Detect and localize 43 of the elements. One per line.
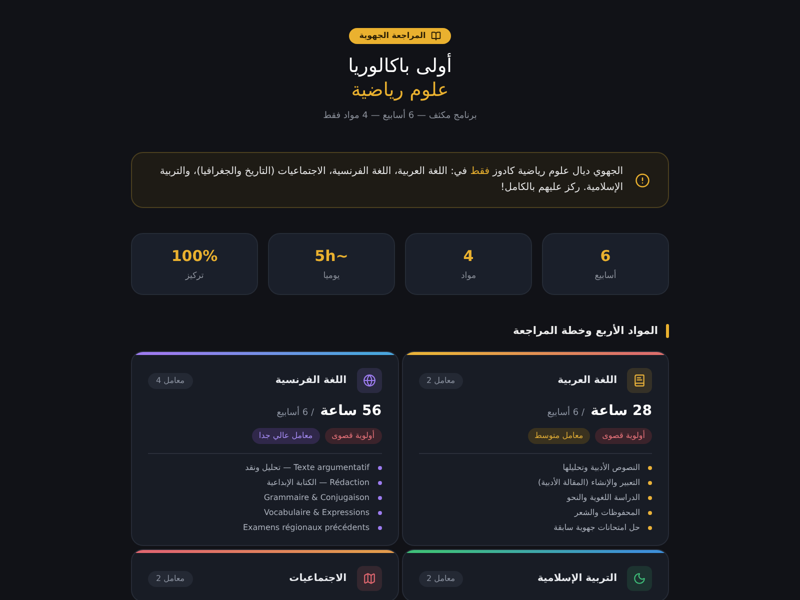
topic-text: Vocabulaire & Expressions xyxy=(264,506,370,518)
stat-value: 6 xyxy=(600,246,611,266)
stat-label: يوميا xyxy=(323,270,340,282)
hours-total: 56 ساعة xyxy=(320,402,382,421)
subject-name: اللغة الفرنسية xyxy=(275,374,346,388)
subject-name: الاجتماعيات xyxy=(289,572,346,586)
book-icon xyxy=(430,31,441,41)
stat-label: أسابيع xyxy=(594,270,616,282)
topic-text: النصوص الأدبية وتحليلها xyxy=(562,462,640,474)
coefficient-label: معامل 2 xyxy=(148,570,193,586)
topic-text: Grammaire & Conjugaison xyxy=(264,492,370,504)
coefficient-label: معامل 4 xyxy=(148,372,193,388)
heading-accent-bar xyxy=(666,324,669,338)
hours-period: / 6 أسابيع xyxy=(276,407,314,420)
program-summary: برنامج مكثف — 6 أسابيع — 4 مواد فقط xyxy=(323,110,477,123)
status-label: أولوية قصوى xyxy=(595,428,652,444)
stat-label: مواد xyxy=(460,270,476,282)
topic-text: الدراسة اللغوية والنحو xyxy=(566,492,640,504)
hours-period: / 6 أسابيع xyxy=(547,407,585,420)
coefficient-label: معامل 2 xyxy=(418,372,464,388)
subject-name: التربية الإسلامية xyxy=(537,572,617,586)
notice-text: الجهوي ديال علوم رياضية كادوز فقط في: اللغة العربية، اللغة الفرنسية، الاجتماعيات (التاريخ والجغرافيا)، والتربية الإسلامية. ركز عليهم بالكامل! xyxy=(158,165,623,195)
topic-text: Rédaction — الكتابة الإبداعية xyxy=(266,476,370,488)
hours-total: 28 ساعة xyxy=(590,402,652,421)
status-label: معامل عالي جدا xyxy=(252,428,320,444)
topic-text: حل امتحانات جهوية سابقة xyxy=(554,522,640,534)
stat-value: 100% xyxy=(171,246,218,266)
section-title: المواد الأربع وخطة المراجعة xyxy=(513,323,658,339)
coefficient-label: معامل 2 xyxy=(418,570,464,586)
page-title: أولى باكالوريا xyxy=(348,54,452,78)
topic-text: Examens régionaux précédents xyxy=(242,522,370,534)
stat-label: تركيز xyxy=(185,270,204,282)
stat-value: 4 xyxy=(463,246,474,266)
stream-title: علوم رياضية xyxy=(351,78,449,102)
topic-text: المحفوظات والشعر xyxy=(574,506,640,518)
topic-text: التعبير والإنشاء (المقالة الأدبية) xyxy=(538,476,640,488)
subject-name: اللغة العربية xyxy=(558,374,617,388)
review-label: المراجعة الجهوية xyxy=(359,31,426,41)
topic-text: Texte argumentatif — تحليل ونقد xyxy=(245,462,370,474)
status-label: أولوية قصوى xyxy=(324,428,382,444)
stat-value: ~5h xyxy=(314,246,348,266)
status-label: معامل متوسط xyxy=(528,428,590,444)
alert-icon xyxy=(635,172,650,188)
